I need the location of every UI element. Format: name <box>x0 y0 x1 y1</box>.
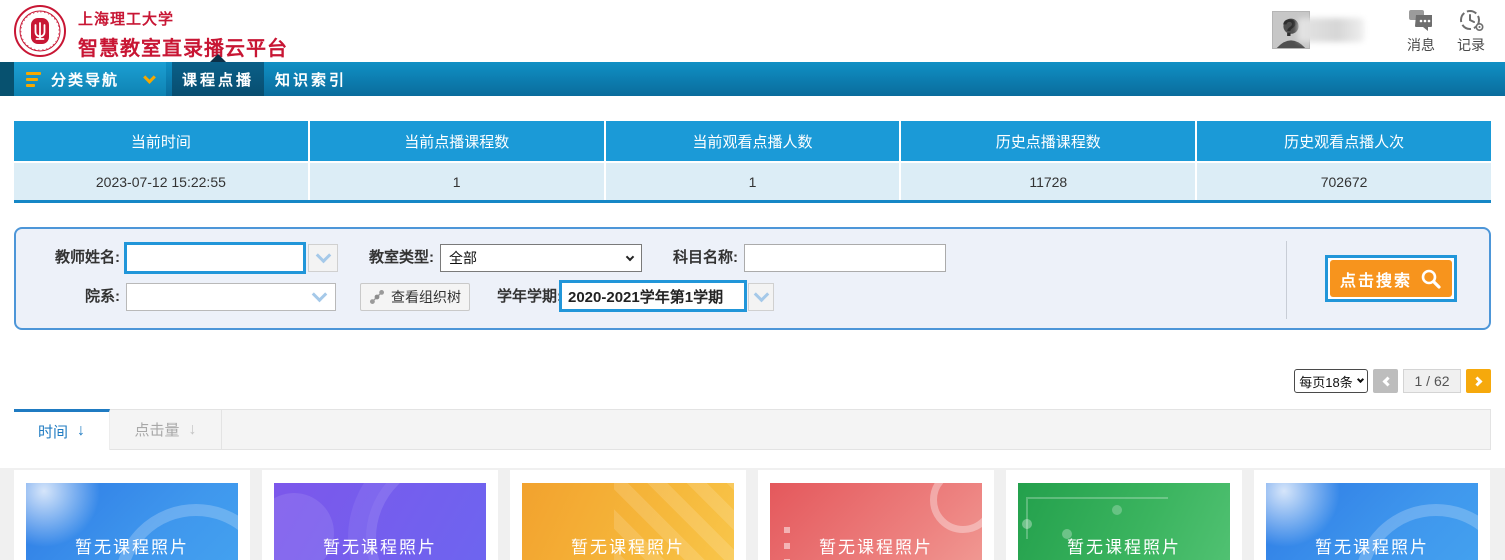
next-page-button[interactable] <box>1466 369 1491 393</box>
category-nav-label: 分类导航 <box>51 69 119 90</box>
sort-tab-time[interactable]: 时间 ↓ <box>14 409 110 450</box>
records-button[interactable]: 记录 <box>1449 8 1493 55</box>
course-thumbnail-placeholder: 暂无课程照片 <box>770 483 982 560</box>
no-photo-label: 暂无课程照片 <box>323 533 437 558</box>
username-redacted[interactable] <box>1298 18 1364 42</box>
course-card[interactable]: 暂无课程照片 <box>758 470 994 560</box>
university-logo-seal-icon <box>13 4 67 58</box>
messages-label: 消息 <box>1407 35 1435 55</box>
course-thumbnail-placeholder: 暂无课程照片 <box>1266 483 1478 560</box>
semester-dropdown-button[interactable] <box>748 283 774 311</box>
avatar-question-glyph: ? <box>1282 15 1297 43</box>
classroom-type-value: 全部 <box>449 248 477 268</box>
category-nav-menu[interactable]: 分类导航 <box>14 62 166 96</box>
sort-time-label: 时间 <box>38 421 68 442</box>
main-navbar: 分类导航 课程点播 知识索引 <box>0 62 1505 96</box>
no-photo-label: 暂无课程照片 <box>1315 533 1429 558</box>
history-clock-icon <box>1459 8 1484 32</box>
classroom-type-label: 教室类型: <box>352 243 434 273</box>
teacher-name-input[interactable] <box>124 242 306 274</box>
view-org-tree-button[interactable]: 查看组织树 <box>360 283 470 311</box>
course-thumbnail-placeholder: 暂无课程照片 <box>522 483 734 560</box>
subject-name-label: 科目名称: <box>656 243 738 273</box>
university-name: 上海理工大学 <box>78 8 288 29</box>
sort-desc-arrow-icon: ↓ <box>77 422 85 440</box>
stats-header-current-time: 当前时间 <box>14 121 308 161</box>
semester-label: 学年学期: <box>478 282 562 312</box>
no-photo-label: 暂无课程照片 <box>75 533 189 558</box>
stats-header-history-courses: 历史点播课程数 <box>899 121 1195 161</box>
pagination: 每页18条 1 / 62 <box>1294 369 1491 393</box>
chevron-down-icon <box>143 71 156 84</box>
search-button[interactable]: 点击搜索 <box>1330 260 1452 297</box>
course-thumbnail-placeholder: 暂无课程照片 <box>1018 483 1230 560</box>
no-photo-label: 暂无课程照片 <box>571 533 685 558</box>
chevron-down-icon <box>626 252 634 260</box>
subject-name-input[interactable] <box>744 244 946 272</box>
search-panel: 教师姓名: 教室类型: 全部 科目名称: 院系: 查看组织树 学年学期: 202… <box>14 227 1491 330</box>
stats-header-history-views: 历史观看点播人次 <box>1195 121 1491 161</box>
stats-value-current-time: 2023-07-12 15:22:55 <box>14 163 308 200</box>
stats-header-row: 当前时间 当前点播课程数 当前观看点播人数 历史点播课程数 历史观看点播人次 <box>14 121 1491 161</box>
sort-tab-clicks[interactable]: 点击量 ↓ <box>110 410 222 449</box>
panel-divider <box>1286 241 1287 319</box>
prev-page-button[interactable] <box>1373 369 1398 393</box>
course-thumbnail-placeholder: 暂无课程照片 <box>274 483 486 560</box>
brand-titles: 上海理工大学 智慧教室直录播云平台 <box>78 8 288 61</box>
classroom-type-select[interactable]: 全部 <box>440 244 642 272</box>
chain-links-icon <box>369 289 385 305</box>
course-card[interactable]: 暂无课程照片 <box>510 470 746 560</box>
semester-value: 2020-2021学年第1学期 <box>568 286 723 307</box>
course-card[interactable]: 暂无课程照片 <box>14 470 250 560</box>
course-card[interactable]: 暂无课程照片 <box>1006 470 1242 560</box>
records-label: 记录 <box>1457 35 1485 55</box>
sort-desc-arrow-icon: ↓ <box>189 421 197 439</box>
chat-bubbles-icon <box>1408 8 1434 32</box>
search-button-label: 点击搜索 <box>1340 267 1412 291</box>
course-card[interactable]: 暂无课程照片 <box>1254 470 1490 560</box>
chevron-down-icon <box>1357 376 1364 383</box>
department-label: 院系: <box>16 282 120 312</box>
semester-select[interactable]: 2020-2021学年第1学期 <box>559 280 747 312</box>
navbar-left-edge <box>0 62 14 96</box>
platform-name: 智慧教室直录播云平台 <box>78 32 288 61</box>
page-size-value: 每页18条 <box>1299 372 1352 391</box>
stats-value-current-courses: 1 <box>308 163 604 200</box>
page-size-select[interactable]: 每页18条 <box>1294 369 1368 393</box>
no-photo-label: 暂无课程照片 <box>819 533 933 558</box>
course-thumbnail-placeholder: 暂无课程照片 <box>26 483 238 560</box>
stats-header-current-courses: 当前点播课程数 <box>308 121 604 161</box>
chevron-down-icon <box>315 248 331 264</box>
course-card-grid: 暂无课程照片 暂无课程照片 暂无课程照片 暂无课程照片 暂无课程照片 暂无课程照… <box>14 470 1490 560</box>
page-indicator: 1 / 62 <box>1403 369 1461 393</box>
tab-course-ondemand[interactable]: 课程点播 <box>172 62 264 96</box>
stats-table: 当前时间 当前点播课程数 当前观看点播人数 历史点播课程数 历史观看点播人次 2… <box>14 121 1491 203</box>
sort-clicks-label: 点击量 <box>134 419 179 440</box>
sort-tab-bar: 时间 ↓ 点击量 ↓ <box>14 409 1491 450</box>
stats-value-history-views: 702672 <box>1195 163 1491 200</box>
stats-value-current-viewers: 1 <box>604 163 900 200</box>
chevron-left-icon <box>1382 376 1392 386</box>
chevron-down-icon <box>312 287 328 303</box>
stats-header-current-viewers: 当前观看点播人数 <box>604 121 900 161</box>
stats-value-history-courses: 11728 <box>899 163 1195 200</box>
search-button-focus-ring: 点击搜索 <box>1325 255 1457 302</box>
stats-value-row: 2023-07-12 15:22:55 1 1 11728 702672 <box>14 161 1491 200</box>
teacher-name-label: 教师姓名: <box>16 243 120 273</box>
magnifier-icon <box>1420 268 1442 290</box>
no-photo-label: 暂无课程照片 <box>1067 533 1181 558</box>
teacher-dropdown-button[interactable] <box>308 244 338 272</box>
messages-button[interactable]: 消息 <box>1399 8 1443 55</box>
department-select[interactable] <box>126 283 336 311</box>
header: 上海理工大学 智慧教室直录播云平台 ? 消息 记录 <box>0 0 1505 62</box>
org-tree-button-label: 查看组织树 <box>391 287 461 307</box>
course-card[interactable]: 暂无课程照片 <box>262 470 498 560</box>
tab-knowledge-index[interactable]: 知识索引 <box>264 62 358 96</box>
chevron-right-icon <box>1472 376 1482 386</box>
chevron-down-icon <box>753 287 769 303</box>
hamburger-icon <box>26 72 41 87</box>
